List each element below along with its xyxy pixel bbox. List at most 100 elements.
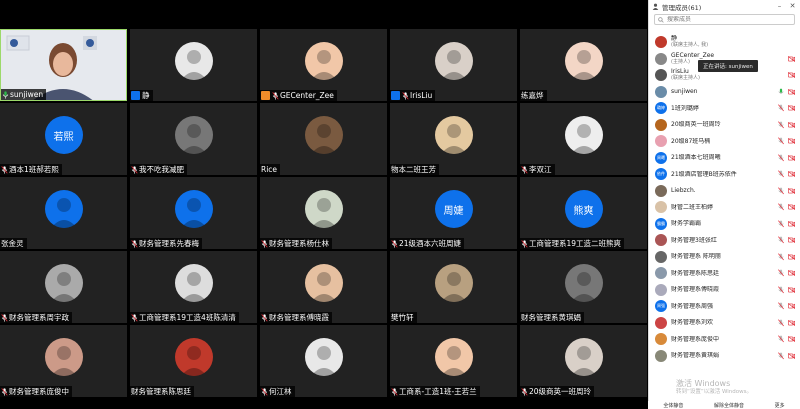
participant-tile[interactable]: 财务管理系周宇政 <box>0 251 127 323</box>
camera-off-icon[interactable] <box>788 352 795 359</box>
camera-off-icon[interactable] <box>788 154 795 161</box>
more-button[interactable]: 更多 <box>775 402 785 409</box>
microphone-icon[interactable] <box>778 88 784 96</box>
participant-row[interactable]: 财务管理3班张红 <box>649 232 800 249</box>
camera-off-icon[interactable] <box>788 138 795 144</box>
microphone-muted-icon[interactable] <box>778 104 784 112</box>
camera-off-icon[interactable] <box>788 253 795 260</box>
participant-tile[interactable]: 周婕 21级酒本六班周婕 <box>390 177 517 249</box>
participant-row[interactable]: 20级商英一班周玲 <box>649 117 800 134</box>
cohost-badge-icon <box>391 91 400 100</box>
search-box[interactable] <box>654 14 795 25</box>
participant-name: 21级酒本六班周婕 <box>399 239 462 248</box>
participant-row[interactable]: 20级87班马楠 <box>649 133 800 150</box>
camera-off-icon[interactable] <box>788 237 795 243</box>
search-input[interactable] <box>667 16 767 23</box>
avatar <box>174 42 213 81</box>
camera-off-icon[interactable] <box>788 187 795 194</box>
avatar <box>434 338 473 377</box>
participant-tile[interactable]: 我不吃我减肥 <box>130 103 257 175</box>
camera-off-icon[interactable] <box>788 121 795 128</box>
camera-off-icon[interactable] <box>788 204 795 210</box>
participant-tile[interactable]: 财务管理系傅晓霞 <box>260 251 387 323</box>
participant-tile[interactable]: 财务管理系黄琪娟 <box>520 251 647 323</box>
participant-tile[interactable]: 20级商英一班周玲 <box>520 325 647 397</box>
microphone-muted-icon[interactable] <box>778 351 784 360</box>
participant-tile[interactable]: 熊爽 工商管理系19工造二班熊爽 <box>520 177 647 249</box>
participant-tile[interactable]: 工商管理系19工造4班陈清清 <box>130 251 257 323</box>
microphone-muted-icon[interactable] <box>778 318 784 327</box>
participant-tile[interactable]: GECenter_Zee <box>260 29 387 101</box>
participant-row[interactable]: 财务管理系庞俊中 <box>649 331 800 348</box>
participant-tile[interactable]: 练嘉烨 <box>520 29 647 101</box>
microphone-muted-icon[interactable] <box>778 285 784 294</box>
participant-row[interactable]: 周曦 21级酒本七班周曦 <box>649 150 800 167</box>
participant-tile[interactable]: 若熙 酒本1班郝若熙 <box>0 103 127 175</box>
camera-off-icon[interactable] <box>788 105 795 111</box>
participant-tile[interactable]: 财务管理系陈思廷 <box>130 325 257 397</box>
camera-off-icon[interactable] <box>788 336 795 342</box>
participant-row[interactable]: 周强 财务管理系周强 <box>649 298 800 315</box>
avatar <box>655 85 667 98</box>
participant-name-label: GECenter_Zee <box>260 90 337 101</box>
camera-off-icon[interactable] <box>788 171 795 177</box>
camera-off-icon[interactable] <box>788 319 795 326</box>
microphone-muted-icon[interactable] <box>778 269 784 277</box>
participant-list: 静 (联席主持人, 我) GECenter_Zee (主持人) IrisLiu (联席主持… <box>649 34 800 364</box>
camera-off-icon[interactable] <box>788 55 795 62</box>
participant-row[interactable]: Liebzch. <box>649 183 800 200</box>
participant-tile[interactable]: 财务管理系庞俊中 <box>0 325 127 397</box>
close-icon[interactable]: ✕ <box>788 2 797 11</box>
microphone-muted-icon[interactable] <box>778 153 784 162</box>
microphone-icon <box>2 90 9 99</box>
mute-all-button[interactable]: 全体静音 <box>663 402 683 409</box>
participant-tile[interactable]: 工商系-工造1班-王若兰 <box>390 325 517 397</box>
microphone-muted-icon <box>521 387 528 396</box>
participant-tile[interactable]: 财务管理系杨仕林 <box>260 177 387 249</box>
participant-row[interactable]: 财务管理系 陈明丽 <box>649 249 800 266</box>
participant-tile[interactable]: 物本二班王芳 <box>390 103 517 175</box>
microphone-muted-icon[interactable] <box>778 203 784 211</box>
participant-row[interactable]: 财务管理系黄琪娟 <box>649 348 800 365</box>
avatar <box>655 250 667 263</box>
participant-row[interactable]: 依件 21级酒店管理B班苏依件 <box>649 166 800 183</box>
participant-tile[interactable]: 静 <box>130 29 257 101</box>
participant-row[interactable]: 财务管理系傅晓霞 <box>649 282 800 299</box>
participant-tile[interactable]: sunjiwen <box>0 29 127 101</box>
participant-row[interactable]: 霸霸 财务学霸霸 <box>649 216 800 233</box>
participant-row[interactable]: 璐婷 1班刘璐婷 <box>649 100 800 117</box>
participant-row[interactable]: 财管二班王柏婷 <box>649 199 800 216</box>
camera-off-icon[interactable] <box>788 88 795 95</box>
camera-off-icon[interactable] <box>788 286 795 293</box>
camera-off-icon[interactable] <box>788 72 795 78</box>
participant-tile[interactable]: Rice <box>260 103 387 175</box>
participant-tile[interactable]: IrisLiu <box>390 29 517 101</box>
participant-tile[interactable]: 何江林 <box>260 325 387 397</box>
minimize-icon[interactable]: – <box>775 2 784 11</box>
participant-name-label: IrisLiu <box>390 90 436 101</box>
microphone-muted-icon[interactable] <box>778 137 784 145</box>
camera-off-icon[interactable] <box>788 303 795 309</box>
unmute-all-button[interactable]: 解除全体静音 <box>714 402 744 409</box>
microphone-muted-icon[interactable] <box>778 186 784 195</box>
participant-list-name: 财务管理系庞俊中 <box>671 336 719 343</box>
microphone-muted-icon[interactable] <box>778 252 784 261</box>
participant-row[interactable]: sunjiwen <box>649 84 800 101</box>
participant-row[interactable]: 财务管理系陈思廷 <box>649 265 800 282</box>
participant-row[interactable]: 财务管理系刘欢 <box>649 315 800 332</box>
participant-tile[interactable]: 张金灵 <box>0 177 127 249</box>
participant-row[interactable]: 静 (联席主持人, 我) <box>649 34 800 51</box>
participant-name-label: 何江林 <box>260 386 295 397</box>
microphone-muted-icon[interactable] <box>778 219 784 228</box>
participant-tile[interactable]: 李双江 <box>520 103 647 175</box>
microphone-muted-icon[interactable] <box>778 335 784 343</box>
participant-tile[interactable]: 樊竹轩 <box>390 251 517 323</box>
microphone-muted-icon[interactable] <box>778 236 784 244</box>
microphone-muted-icon <box>521 165 528 174</box>
participant-tile[interactable]: 财务管理系先春梅 <box>130 177 257 249</box>
microphone-muted-icon[interactable] <box>778 302 784 310</box>
microphone-muted-icon[interactable] <box>778 120 784 129</box>
camera-off-icon[interactable] <box>788 220 795 227</box>
camera-off-icon[interactable] <box>788 270 795 276</box>
microphone-muted-icon[interactable] <box>778 170 784 178</box>
